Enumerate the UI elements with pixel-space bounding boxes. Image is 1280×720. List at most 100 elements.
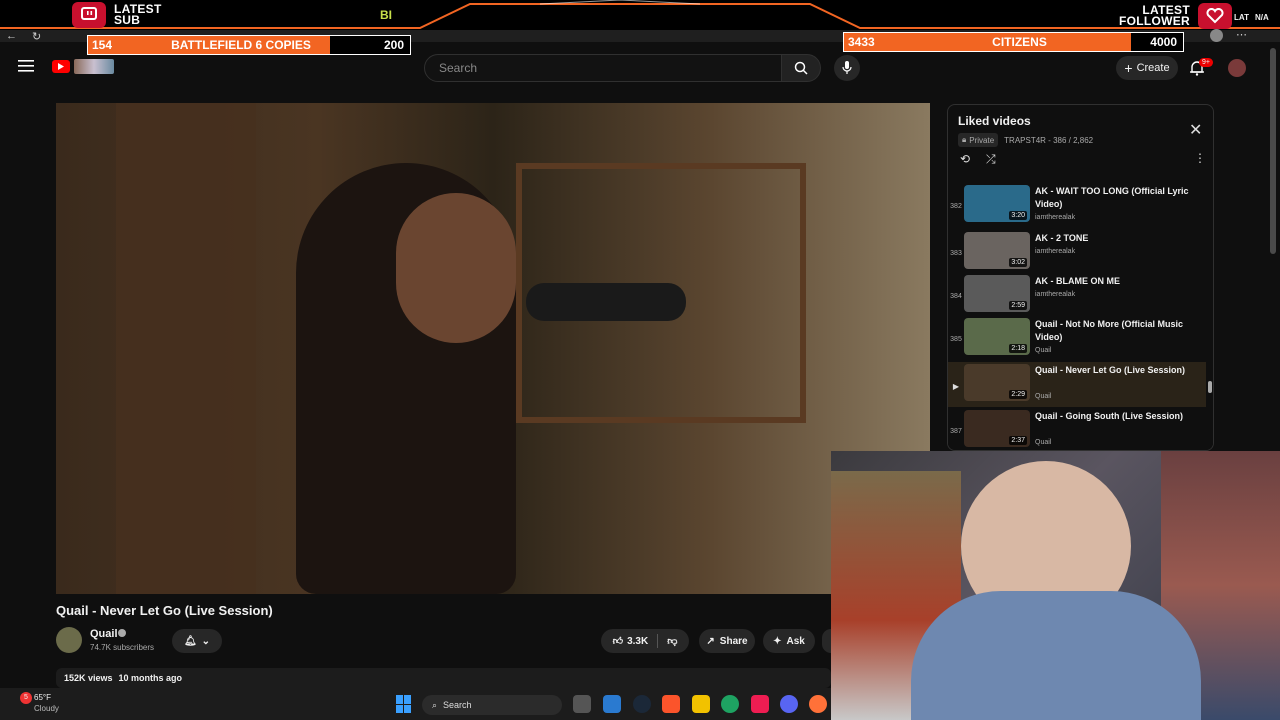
taskbar-search-label: Search	[443, 700, 472, 710]
stream-overlay-top	[0, 0, 1280, 30]
brave-icon[interactable]	[662, 695, 680, 713]
back-icon[interactable]: ←	[6, 30, 17, 42]
chrome-icon[interactable]	[721, 695, 739, 713]
item-duration: 2:59	[1009, 301, 1027, 310]
plus-icon: +	[1124, 60, 1133, 76]
share-button[interactable]: ↗ Share	[699, 629, 755, 653]
item-index: 387	[950, 428, 962, 435]
close-icon[interactable]: ✕	[1189, 120, 1202, 140]
latest-sub-widget: LATEST SUB	[72, 2, 162, 28]
search-input[interactable]: Search	[424, 54, 782, 82]
tiktok-icon[interactable]	[751, 695, 769, 713]
list-item[interactable]: 385 2:18 Quail - Not No More (Official M…	[948, 316, 1206, 361]
thumbs-down-icon[interactable]: 👎︎	[667, 635, 677, 647]
goal-name: CITIZENS	[992, 35, 1047, 49]
search-icon	[794, 61, 808, 75]
list-item[interactable]: 384 2:59 AK - BLAME ON ME iamtherealak	[948, 273, 1206, 318]
privacy-label: Private	[969, 135, 995, 145]
item-title: Quail - Not No More (Official Music Vide…	[1035, 319, 1184, 342]
loop-icon[interactable]: ⟲	[960, 152, 970, 166]
search-placeholder: Search	[439, 61, 478, 75]
ask-button[interactable]: ✦ Ask	[763, 629, 815, 653]
shuffle-icon[interactable]: ⤮	[986, 152, 996, 167]
video-player[interactable]	[56, 103, 930, 594]
ask-label: Ask	[786, 635, 805, 647]
doodle-logo[interactable]	[74, 59, 114, 74]
overlay-logo: BI	[380, 8, 392, 22]
video-description-box[interactable]: 152K views 10 months ago	[56, 668, 831, 688]
playlist-scrollbar[interactable]	[1208, 381, 1212, 393]
create-button[interactable]: + Create	[1116, 56, 1178, 80]
list-item[interactable]: 387 2:37 Quail - Going South (Live Sessi…	[948, 408, 1206, 450]
goal-name: BATTLEFIELD 6 COPIES	[171, 38, 311, 52]
channel-avatar[interactable]	[56, 627, 82, 653]
latest-follower-widget: LATEST FOLLOWER	[1119, 3, 1232, 29]
profile-avatar[interactable]	[1210, 29, 1223, 42]
app-icon[interactable]	[603, 695, 621, 713]
file-explorer-icon[interactable]	[692, 695, 710, 713]
overlay-right-prefix: LAT	[1234, 13, 1249, 22]
goal-current: 154	[92, 38, 113, 52]
account-avatar[interactable]	[1228, 59, 1246, 77]
youtube-logo[interactable]	[52, 60, 70, 73]
playlist-title[interactable]: Liked videos	[958, 114, 1031, 128]
play-icon: ▶	[952, 382, 960, 391]
more-actions-button[interactable]	[822, 629, 831, 653]
list-item[interactable]: 383 3:02 AK - 2 TONE iamtherealak	[948, 230, 1206, 275]
microphone-icon	[842, 61, 852, 74]
share-label: Share	[719, 635, 748, 647]
reload-icon[interactable]: ↻	[32, 30, 41, 43]
item-title: Quail - Going South (Live Session)	[1035, 411, 1184, 421]
playlist-panel: Liked videos 🔒︎ Private TRAPST4R - 386 /…	[947, 104, 1214, 451]
goal-bar-battlefield: 154 BATTLEFIELD 6 COPIES 200	[87, 35, 411, 55]
taskbar-search[interactable]: ⌕ Search	[422, 695, 562, 715]
twitch-icon	[72, 2, 106, 28]
item-channel: iamtherealak	[1035, 248, 1076, 255]
notification-badge: 9+	[1199, 58, 1213, 67]
item-index: 382	[950, 203, 962, 210]
playlist-meta: TRAPST4R - 386 / 2,862	[1004, 135, 1094, 145]
bell-icon: 🔔︎	[183, 635, 197, 647]
steam-icon[interactable]	[633, 695, 651, 713]
item-thumbnail: 3:20	[964, 185, 1030, 222]
list-item[interactable]: 382 3:20 AK - WAIT TOO LONG (Official Ly…	[948, 183, 1206, 228]
windows-start-icon[interactable]	[396, 695, 414, 713]
playlist-items: 382 3:20 AK - WAIT TOO LONG (Official Ly…	[948, 175, 1213, 450]
item-duration: 2:18	[1009, 344, 1027, 353]
voice-search-button[interactable]	[834, 55, 860, 81]
chevron-down-icon: ⌄	[201, 635, 211, 647]
goal-target: 200	[330, 36, 410, 54]
privacy-badge: 🔒︎ Private	[958, 133, 999, 147]
item-channel: Quail	[1035, 439, 1052, 446]
item-title: Quail - Never Let Go (Live Session)	[1035, 365, 1186, 375]
weather-desc: Cloudy	[34, 704, 59, 713]
subscription-bell-button[interactable]: 🔔︎ ⌄	[172, 629, 222, 653]
search-button[interactable]	[781, 54, 821, 82]
like-count: 3.3K	[627, 635, 649, 647]
more-options-icon[interactable]: ⋮	[1194, 151, 1206, 165]
discord-icon[interactable]	[780, 695, 798, 713]
item-duration: 2:37	[1009, 436, 1027, 445]
item-duration: 2:29	[1009, 390, 1027, 399]
item-channel: iamtherealak	[1035, 214, 1076, 221]
weather-temp[interactable]: 65°F	[34, 693, 51, 702]
channel-name[interactable]: Quail	[90, 628, 118, 640]
upload-age: 10 months ago	[118, 673, 183, 683]
heart-icon	[1198, 3, 1232, 29]
browser-menu-icon[interactable]: ⋯	[1236, 28, 1247, 41]
verified-icon	[118, 629, 126, 637]
subscriber-count: 74.7K subscribers	[90, 643, 155, 652]
menu-icon[interactable]	[18, 59, 34, 78]
page-scrollbar[interactable]	[1270, 48, 1276, 254]
item-duration: 3:20	[1009, 211, 1027, 220]
item-title: AK - BLAME ON ME	[1035, 276, 1120, 286]
like-button[interactable]: 👍︎ 3.3K	[613, 635, 649, 648]
item-thumbnail: 2:18	[964, 318, 1030, 355]
divider	[657, 634, 659, 648]
firefox-icon[interactable]	[809, 695, 827, 713]
microphone	[526, 283, 686, 321]
view-count: 152K views	[64, 673, 113, 683]
task-view-icon[interactable]	[573, 695, 591, 713]
list-item-now-playing[interactable]: ▶ 2:29 Quail - Never Let Go (Live Sessio…	[948, 362, 1206, 407]
search-icon: ⌕	[432, 699, 438, 710]
